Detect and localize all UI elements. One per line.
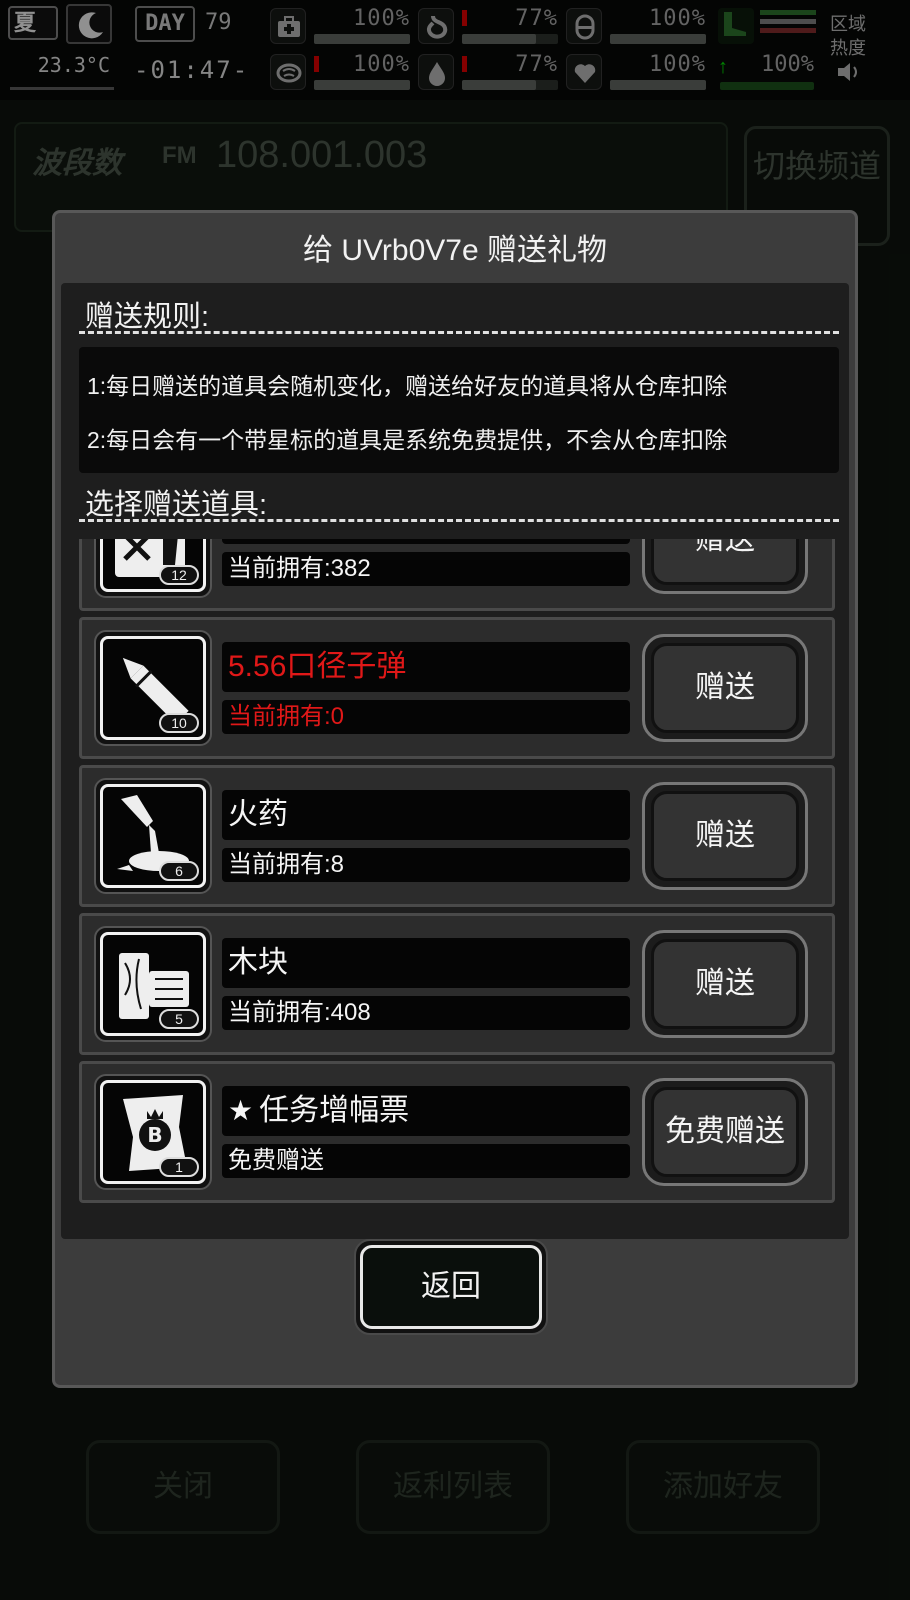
gift-button[interactable]: 赠送 [642,539,808,594]
item-owned-count: 当前拥有:8 [222,848,630,882]
gift-item: 6 火药 当前拥有:8 赠送 [79,765,835,907]
gift-button-label: 赠送 [651,791,799,881]
gift-item: 10 5.56口径子弹 当前拥有:0 赠送 [79,617,835,759]
gift-button-label: 赠送 [651,939,799,1029]
gift-button-label: 赠送 [651,539,799,585]
item-count-badge: 12 [159,565,199,585]
gift-button[interactable]: 赠送 [642,782,808,890]
item-icon-frame: 10 [94,630,212,746]
gift-item: 12 燃料 当前拥有:382 赠送 [79,539,835,611]
game-screen: 夏 23.3°C DAY 79 -01:47- 100% 77% 100% 10… [0,0,910,1600]
gift-item: B 1 ★ 任务增幅票 免费赠送 免费赠送 [79,1061,835,1203]
item-name: 火药 [222,790,630,840]
gunpowder-icon: 6 [100,784,206,888]
item-count-badge: 1 [159,1157,199,1177]
item-owned-count: 当前拥有:408 [222,996,630,1030]
rule-line: 1:每日赠送的道具会随机变化，赠送给好友的道具将从仓库扣除 [87,373,728,399]
divider [79,519,839,522]
back-button-frame: 返回 [354,1239,548,1335]
rule-line: 2:每日会有一个带星标的道具是系统免费提供，不会从仓库扣除 [87,427,728,453]
fuel-can-icon: 12 [100,539,206,592]
dialog-title: 给 UVrb0V7e 赠送礼物 [303,234,607,267]
gift-button[interactable]: 赠送 [642,634,808,742]
dialog-content: 赠送规则: 1:每日赠送的道具会随机变化，赠送给好友的道具将从仓库扣除 2:每日… [61,283,849,1239]
gift-button-label: 免费赠送 [651,1087,799,1177]
back-button[interactable]: 返回 [360,1245,542,1329]
gift-button[interactable]: 赠送 [642,930,808,1038]
item-name: 任务增幅票 [259,1094,410,1127]
rules-box: 1:每日赠送的道具会随机变化，赠送给好友的道具将从仓库扣除 2:每日会有一个带星… [79,347,839,473]
item-count-badge: 6 [159,861,199,881]
item-owned-count: 免费赠送 [222,1144,630,1178]
item-name: 5.56口径子弹 [222,642,630,692]
item-name: 燃料 [222,539,630,544]
item-icon-frame: 5 [94,926,212,1042]
rules-heading: 赠送规则: [85,301,210,333]
bullet-icon: 10 [100,636,206,740]
gift-item: 5 木块 当前拥有:408 赠送 [79,913,835,1055]
item-name-row: ★ 任务增幅票 [222,1086,630,1136]
select-items-heading: 选择赠送道具: [85,489,268,521]
item-owned-count: 当前拥有:0 [222,700,630,734]
wood-block-icon: 5 [100,932,206,1036]
gift-dialog: 给 UVrb0V7e 赠送礼物 赠送规则: 1:每日赠送的道具会随机变化，赠送给… [52,210,858,1388]
item-icon-frame: 6 [94,778,212,894]
gift-button-label: 赠送 [651,643,799,733]
item-name: 木块 [222,938,630,988]
gift-item-list[interactable]: 12 燃料 当前拥有:382 赠送 10 5.56口径子弹 [79,539,835,1231]
item-owned-count: 当前拥有:382 [222,552,630,586]
item-count-badge: 5 [159,1009,199,1029]
item-count-badge: 10 [159,713,199,733]
star-icon: ★ [228,1095,254,1126]
mission-ticket-icon: B 1 [100,1080,206,1184]
svg-text:B: B [147,1123,162,1147]
item-icon-frame: 12 [94,539,212,598]
free-gift-button[interactable]: 免费赠送 [642,1078,808,1186]
divider [79,331,839,334]
item-icon-frame: B 1 [94,1074,212,1190]
